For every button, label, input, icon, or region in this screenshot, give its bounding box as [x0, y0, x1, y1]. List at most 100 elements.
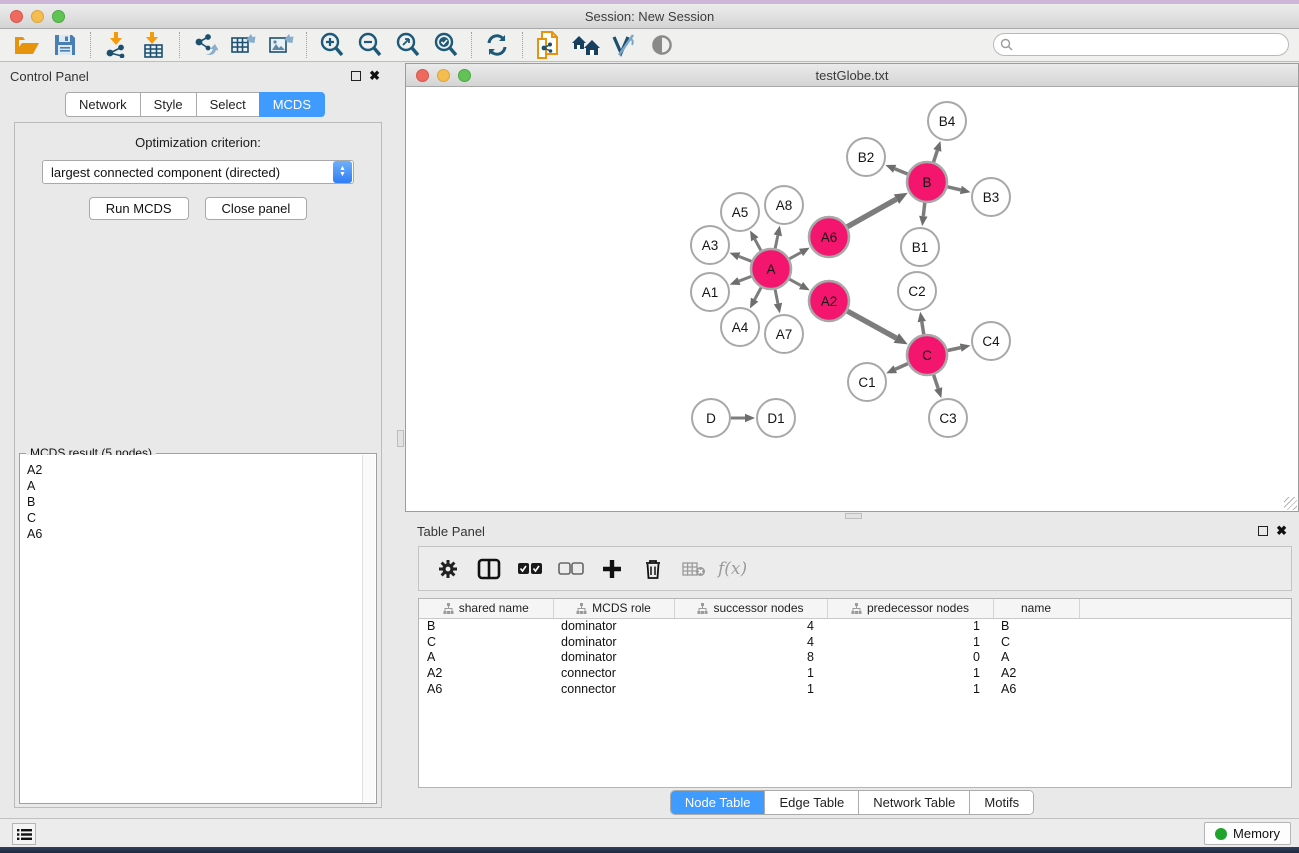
node-label-C1: C1: [858, 375, 875, 390]
edge-C-C4[interactable]: [948, 348, 961, 351]
edge-arrowhead: [774, 303, 782, 314]
table-row[interactable]: Adominator80A: [419, 649, 1291, 665]
zoom-fit-button[interactable]: [389, 30, 427, 60]
edge-C-C3[interactable]: [934, 375, 939, 389]
edge-C-C2[interactable]: [922, 322, 924, 335]
zoom-selected-button[interactable]: [427, 30, 465, 60]
refresh-button[interactable]: [478, 30, 516, 60]
deselect-all-button[interactable]: [552, 552, 589, 586]
criterion-selected-value: largest connected component (directed): [43, 165, 333, 180]
delete-table-button[interactable]: [675, 552, 712, 586]
edge-A-A6[interactable]: [789, 252, 801, 258]
close-panel-icon[interactable]: ✖: [369, 71, 380, 81]
show-hide-button[interactable]: [643, 30, 681, 60]
mcds-result-item[interactable]: A: [27, 478, 362, 494]
zoom-in-icon: [319, 32, 345, 58]
edge-arrowhead: [745, 414, 755, 423]
mcds-result-item[interactable]: B: [27, 494, 362, 510]
open-file-button[interactable]: [8, 30, 46, 60]
task-history-button[interactable]: [12, 823, 36, 845]
node-label-A1: A1: [702, 285, 719, 300]
table-row[interactable]: A2connector11A2: [419, 665, 1291, 681]
column-header-name[interactable]: name: [993, 599, 1079, 618]
tab-motifs[interactable]: Motifs: [970, 791, 1033, 814]
tab-select[interactable]: Select: [196, 92, 259, 117]
close-table-panel-icon[interactable]: ✖: [1276, 526, 1287, 536]
node-label-C4: C4: [982, 334, 1000, 349]
edge-A-A3[interactable]: [739, 256, 752, 261]
new-network-button[interactable]: [529, 30, 567, 60]
import-table-button[interactable]: [135, 30, 173, 60]
memory-button[interactable]: Memory: [1204, 822, 1291, 845]
result-list-scrollbar[interactable]: [362, 455, 375, 802]
float-panel-icon[interactable]: [351, 71, 361, 81]
window-resize-grip[interactable]: [1284, 497, 1297, 510]
node-label-D1: D1: [767, 411, 784, 426]
add-row-button[interactable]: [593, 552, 630, 586]
edge-A-A2[interactable]: [789, 279, 801, 285]
edge-A-A8[interactable]: [775, 235, 778, 248]
table-row[interactable]: A6connector11A6: [419, 681, 1291, 697]
vertical-splitter-handle[interactable]: [397, 430, 404, 447]
mcds-result-item[interactable]: A6: [27, 526, 362, 542]
export-network-icon: [192, 32, 218, 58]
export-table-button[interactable]: [224, 30, 262, 60]
float-table-panel-icon[interactable]: [1258, 526, 1268, 536]
criterion-select[interactable]: largest connected component (directed) ▲…: [42, 160, 354, 184]
zoom-out-button[interactable]: [351, 30, 389, 60]
select-stepper-icon: ▲▼: [333, 161, 352, 183]
edge-B-B2[interactable]: [895, 169, 908, 174]
show-columns-button[interactable]: [470, 552, 507, 586]
tab-mcds[interactable]: MCDS: [259, 92, 325, 117]
edge-A2-C[interactable]: [847, 311, 896, 338]
cybrowser-home-button[interactable]: [567, 30, 605, 60]
column-header-shared-name[interactable]: shared name: [419, 599, 553, 618]
save-session-button[interactable]: [46, 30, 84, 60]
column-header-MCDS-role[interactable]: MCDS role: [553, 599, 674, 618]
tab-node-table[interactable]: Node Table: [671, 791, 766, 814]
network-canvas[interactable]: B4B2BB3A8A5A6A3B1AC2A1A2A4A7C4CC1DD1C3: [406, 88, 1298, 511]
search-icon: [1000, 38, 1013, 51]
mcds-result-group: MCDS result (5 nodes) A2ABCA6: [19, 453, 377, 804]
zoom-in-button[interactable]: [313, 30, 351, 60]
select-all-button[interactable]: [511, 552, 548, 586]
search-input[interactable]: [993, 33, 1289, 56]
column-header-predecessor-nodes[interactable]: predecessor nodes: [827, 599, 993, 618]
status-bar: Memory: [0, 818, 1299, 847]
mcds-result-item[interactable]: C: [27, 510, 362, 526]
edge-B-B3[interactable]: [947, 187, 960, 190]
edge-A-A5[interactable]: [755, 239, 761, 250]
mcds-result-item[interactable]: A2: [27, 462, 362, 478]
tab-network-table[interactable]: Network Table: [859, 791, 970, 814]
validator-button[interactable]: [605, 30, 643, 60]
edge-A-A7[interactable]: [775, 290, 778, 304]
edge-arrowhead: [934, 387, 942, 398]
network-graph[interactable]: B4B2BB3A8A5A6A3B1AC2A1A2A4A7C4CC1DD1C3: [406, 88, 1298, 511]
column-type-icon: [697, 603, 708, 614]
tab-style[interactable]: Style: [140, 92, 196, 117]
node-table[interactable]: shared nameMCDS rolesuccessor nodesprede…: [418, 598, 1292, 788]
table-row[interactable]: Bdominator41B: [419, 618, 1291, 634]
edge-B-B4[interactable]: [934, 150, 938, 162]
tab-edge-table[interactable]: Edge Table: [765, 791, 859, 814]
run-mcds-button[interactable]: Run MCDS: [89, 197, 189, 220]
network-window-titlebar: testGlobe.txt: [406, 64, 1298, 87]
tab-network[interactable]: Network: [65, 92, 140, 117]
export-image-button[interactable]: [262, 30, 300, 60]
function-builder-button[interactable]: f(x): [718, 559, 747, 579]
edge-A-A4[interactable]: [755, 288, 761, 300]
export-network-button[interactable]: [186, 30, 224, 60]
delete-row-button[interactable]: [634, 552, 671, 586]
close-panel-button[interactable]: Close panel: [205, 197, 308, 220]
mcds-result-list[interactable]: A2ABCA6: [21, 455, 362, 802]
edge-C-C1[interactable]: [895, 364, 908, 370]
column-type-icon: [576, 603, 587, 614]
edge-A-A1[interactable]: [739, 276, 751, 281]
table-row[interactable]: Cdominator41C: [419, 634, 1291, 650]
column-header-successor-nodes[interactable]: successor nodes: [674, 599, 827, 618]
edge-A6-B[interactable]: [847, 199, 896, 227]
import-network-button[interactable]: [97, 30, 135, 60]
edge-B-B1[interactable]: [923, 203, 924, 216]
table-settings-button[interactable]: [429, 552, 466, 586]
delete-table-icon: [682, 561, 706, 577]
